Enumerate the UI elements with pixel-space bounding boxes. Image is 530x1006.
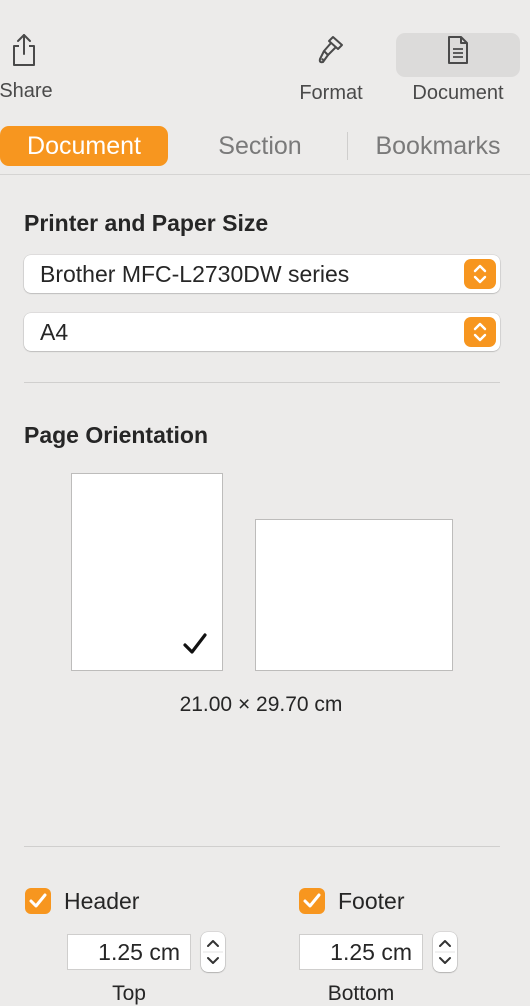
orientation-section-title: Page Orientation [24, 422, 209, 448]
share-label: Share [0, 80, 53, 102]
share-icon [13, 34, 35, 66]
tab-bookmarks[interactable]: Bookmarks [360, 126, 516, 166]
divider [24, 846, 500, 847]
tab-section[interactable]: Section [180, 126, 340, 166]
tab-divider [0, 174, 530, 175]
footer-margin-stepper[interactable] [433, 932, 457, 972]
document-button[interactable]: Document [400, 32, 516, 105]
checkmark-icon [183, 633, 207, 654]
updown-chevron-icon [435, 940, 455, 964]
portrait-orientation-option[interactable] [71, 473, 223, 671]
footer-margin-value: 1.25 cm [330, 939, 412, 965]
header-margin-caption: Top [112, 982, 146, 1005]
printer-section-title: Printer and Paper Size [24, 210, 269, 236]
format-label: Format [299, 82, 363, 104]
header-margin-value: 1.25 cm [98, 939, 180, 965]
header-margin-stepper[interactable] [201, 932, 225, 972]
printer-select[interactable]: Brother MFC-L2730DW series [24, 255, 500, 293]
header-margin-field[interactable]: 1.25 cm [67, 934, 191, 970]
paintbrush-icon [318, 36, 343, 64]
page-dimensions: 21.00 × 29.70 cm [179, 693, 343, 716]
updown-chevron-icon [464, 317, 496, 347]
updown-chevron-icon [203, 940, 223, 964]
updown-chevron-icon [464, 259, 496, 289]
footer-margin-caption: Bottom [327, 982, 395, 1005]
footer-label: Footer [338, 888, 405, 914]
header-checkbox[interactable] [25, 888, 51, 914]
checkmark-icon [303, 893, 321, 908]
format-button[interactable]: Format [290, 32, 372, 105]
header-label: Header [64, 888, 140, 914]
checkmark-icon [29, 893, 47, 908]
paper-size-select[interactable]: A4 [24, 313, 500, 351]
paper-size-value: A4 [40, 319, 69, 345]
footer-checkbox[interactable] [299, 888, 325, 914]
share-button[interactable]: Share [0, 32, 58, 103]
footer-margin-field[interactable]: 1.25 cm [299, 934, 423, 970]
tab-document[interactable]: Document [0, 126, 168, 166]
document-icon [448, 36, 468, 64]
divider [24, 382, 500, 383]
landscape-orientation-option[interactable] [255, 519, 453, 671]
printer-value: Brother MFC-L2730DW series [40, 261, 350, 287]
tab-separator [347, 132, 348, 160]
document-label: Document [412, 82, 504, 104]
